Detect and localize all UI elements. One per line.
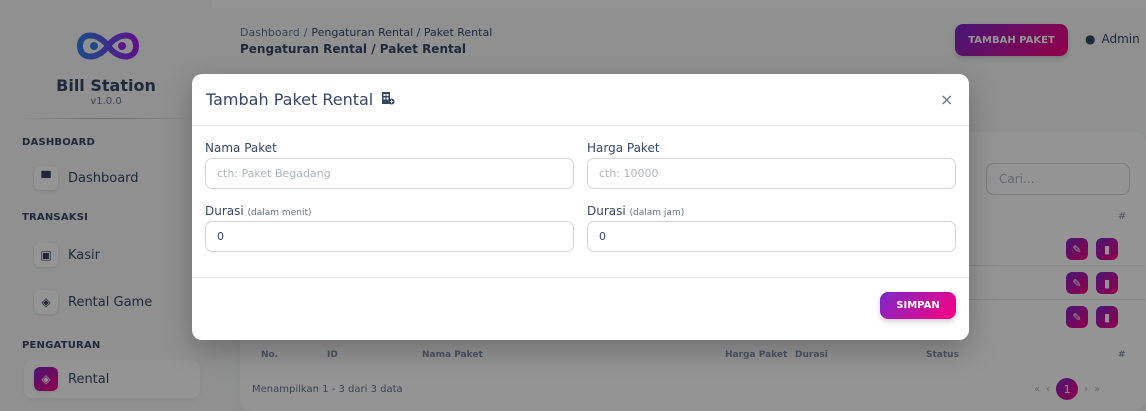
price-label: Harga Paket [587,141,660,155]
modal-header: Tambah Paket Rental × [192,74,969,126]
modal-footer-divider [192,277,969,278]
duration-hour-input[interactable] [587,221,956,252]
modal-title-wrap: Tambah Paket Rental [206,90,395,109]
package-name-input[interactable] [205,158,574,189]
duration-hour-label: Durasi (dalam jam) [587,204,684,218]
modal-title: Tambah Paket Rental [206,90,374,109]
close-icon[interactable]: × [940,90,953,109]
duration-minute-label-text: Durasi [205,204,244,218]
name-label: Nama Paket [205,141,277,155]
duration-minute-hint: (dalam menit) [247,208,312,218]
save-button[interactable]: SIMPAN [880,292,956,319]
duration-minute-label: Durasi (dalam menit) [205,204,311,218]
duration-hour-label-text: Durasi [587,204,626,218]
building-icon [381,90,395,109]
package-price-input[interactable] [587,158,956,189]
duration-minute-input[interactable] [205,221,574,252]
add-package-modal: Tambah Paket Rental × Nama Paket Harga P… [192,74,969,340]
duration-hour-hint: (dalam jam) [629,208,685,218]
